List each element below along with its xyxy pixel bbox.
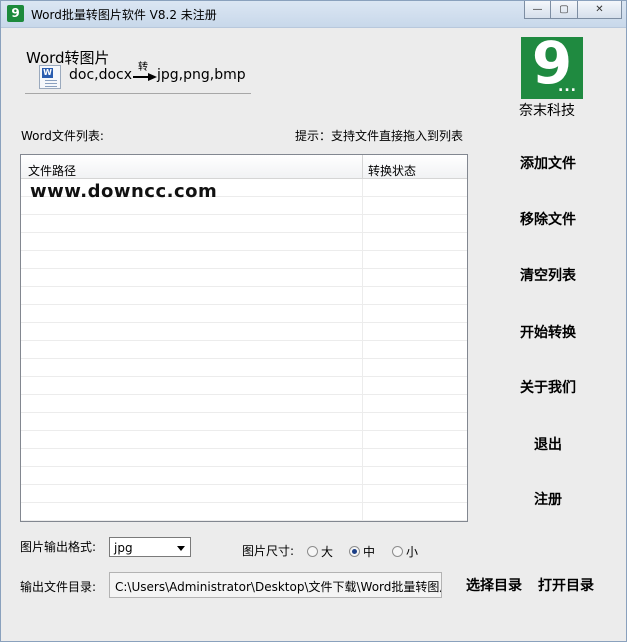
source-formats: doc,docx [69,67,133,83]
radio-icon [307,546,318,557]
column-divider [362,179,363,521]
title-bar[interactable]: 9 Word批量转图片软件 V8.2 未注册 — ▢ ✕ [1,1,626,28]
column-header-path[interactable]: 文件路径 [28,162,76,179]
output-format-value: jpg [114,541,133,555]
add-file-button[interactable]: 添加文件 [506,150,590,178]
word-document-icon: W [39,65,61,89]
image-size-label: 图片尺寸: [242,544,295,558]
about-button[interactable]: 关于我们 [506,374,590,402]
remove-file-button[interactable]: 移除文件 [506,206,590,234]
file-list-label: Word文件列表: [21,129,104,143]
arrow-right-icon [133,73,157,81]
register-button[interactable]: 注册 [506,486,590,514]
company-name: 奈末科技 [519,103,575,119]
radio-icon [392,546,403,557]
chevron-down-icon [177,546,185,551]
open-dir-button[interactable]: 打开目录 [538,575,594,597]
app-icon: 9 [7,5,24,22]
logo-dots: ... [558,79,577,95]
drag-drop-hint: 提示：支持文件直接拖入到列表 [295,129,464,143]
main-window: 9 Word批量转图片软件 V8.2 未注册 — ▢ ✕ Word转图片 W d… [0,0,627,642]
column-separator[interactable] [362,155,363,178]
window-title: Word批量转图片软件 V8.2 未注册 [31,8,217,22]
choose-dir-button[interactable]: 选择目录 [466,575,522,597]
radio-selected-icon [349,546,360,557]
size-radio-large[interactable]: 大 [307,543,333,560]
file-list-header: 文件路径 转换状态 [21,155,467,179]
size-radio-medium[interactable]: 中 [349,543,375,560]
output-format-select[interactable]: jpg [109,537,191,557]
output-dir-label: 输出文件目录: [20,580,97,594]
window-controls: — ▢ ✕ [524,1,622,19]
size-option-label: 小 [406,545,419,559]
watermark-text: www.downcc.com [30,181,218,202]
target-formats: jpg,png,bmp [157,67,246,83]
size-radio-small[interactable]: 小 [392,543,418,560]
size-option-label: 大 [321,545,334,559]
output-format-label: 图片输出格式: [20,540,97,554]
size-option-label: 中 [363,545,376,559]
file-list-rows[interactable] [21,179,467,521]
clear-list-button[interactable]: 清空列表 [506,262,590,290]
close-button[interactable]: ✕ [578,1,622,19]
column-header-status[interactable]: 转换状态 [368,162,416,179]
convert-caption: 转 [138,62,148,73]
header-divider [25,93,251,94]
company-logo: 9 ... [521,29,583,99]
start-convert-button[interactable]: 开始转换 [506,319,590,347]
minimize-button[interactable]: — [524,1,551,19]
output-dir-value: C:\Users\Administrator\Desktop\文件下载\Word… [115,580,442,594]
exit-button[interactable]: 退出 [506,431,590,459]
maximize-button[interactable]: ▢ [551,1,578,19]
file-list[interactable]: 文件路径 转换状态 www.downcc.com [20,154,468,522]
output-dir-field[interactable]: C:\Users\Administrator\Desktop\文件下载\Word… [109,572,442,598]
